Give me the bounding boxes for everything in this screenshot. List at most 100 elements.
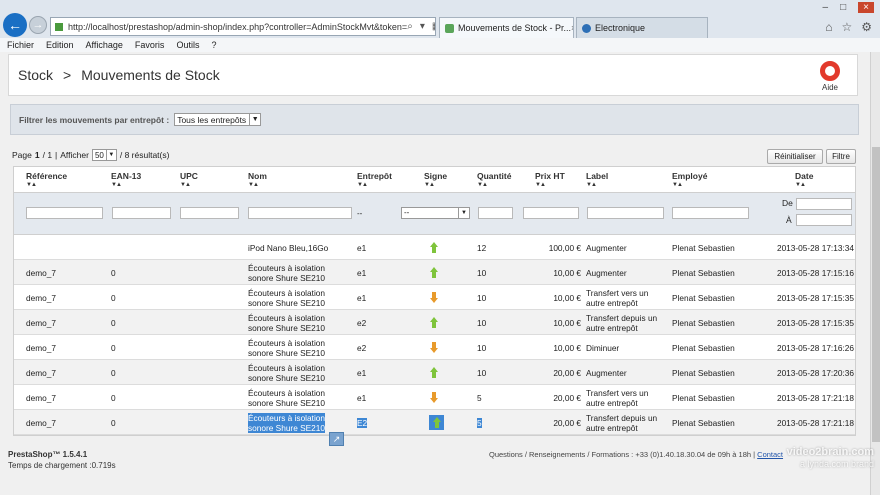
- filter-date-from-label: De: [782, 198, 793, 208]
- cell-employee-text: Plenat Sebastien: [672, 317, 735, 328]
- sort-arrows-icon[interactable]: ▼▲: [357, 182, 392, 188]
- filter-quantite-input[interactable]: [478, 207, 513, 219]
- cell-warehouse-text: e1: [357, 292, 367, 303]
- close-icon[interactable]: ×: [858, 2, 874, 13]
- help-button[interactable]: Aide: [815, 61, 845, 92]
- per-page-select[interactable]: 50 ▼: [91, 149, 117, 161]
- favorites-star-icon[interactable]: ☆: [841, 20, 852, 34]
- cell-ref-text: demo_7: [26, 392, 56, 403]
- breadcrumb-separator: >: [63, 67, 72, 83]
- table-row[interactable]: demo_7 0 Écouteurs à isolation sonore Shure…: [14, 410, 855, 435]
- filter-employe-input[interactable]: [672, 207, 749, 219]
- cell-upc: [180, 310, 240, 335]
- address-bar[interactable]: http://localhost/prestashop/admin-shop/i…: [50, 17, 436, 36]
- sort-arrows-icon[interactable]: ▼▲: [672, 182, 707, 188]
- sort-arrows-icon[interactable]: ▼▲: [795, 182, 813, 188]
- menu-affichage[interactable]: Affichage: [86, 40, 123, 50]
- cell-date: 2013-05-28 17:15:35: [766, 310, 854, 335]
- forward-button[interactable]: →: [29, 16, 47, 34]
- menu-edition[interactable]: Edition: [46, 40, 74, 50]
- cell-ean-text: 0: [111, 317, 116, 328]
- filter-ean13-input[interactable]: [112, 207, 171, 219]
- filter-reference-input[interactable]: [26, 207, 103, 219]
- cell-ean-text: 0: [111, 417, 116, 428]
- cell-ean: 0: [111, 385, 171, 410]
- cell-sign: [429, 285, 449, 310]
- table-row[interactable]: demo_7 0 Écouteurs à isolation sonore Shure…: [14, 310, 855, 335]
- table-row[interactable]: iPod Nano Bleu,16Go e1 12 100,00 € Augmenter…: [14, 235, 855, 260]
- back-button[interactable]: ←: [3, 13, 27, 37]
- close-tab-icon[interactable]: ×: [571, 23, 573, 33]
- pager-show-label: Afficher: [60, 150, 89, 160]
- table-row[interactable]: demo_7 0 Écouteurs à isolation sonore Shure…: [14, 385, 855, 410]
- table-row[interactable]: demo_7 0 Écouteurs à isolation sonore Shure…: [14, 260, 855, 285]
- tab-mouvements[interactable]: Mouvements de Stock - Pr... ×: [439, 17, 574, 38]
- reset-button[interactable]: Réinitialiser: [767, 149, 823, 164]
- minimize-icon[interactable]: –: [823, 2, 829, 13]
- lifebuoy-icon: [820, 61, 840, 81]
- sort-arrows-icon[interactable]: ▼▲: [248, 182, 267, 188]
- cell-employee-text: Plenat Sebastien: [672, 267, 735, 278]
- table-row[interactable]: demo_7 0 Écouteurs à isolation sonore Shure…: [14, 285, 855, 310]
- cell-ean-text: 0: [111, 392, 116, 403]
- home-icon[interactable]: ⌂: [825, 20, 832, 34]
- menu-outils[interactable]: Outils: [176, 40, 199, 50]
- sort-arrows-icon[interactable]: ▼▲: [424, 182, 447, 188]
- warehouse-select[interactable]: Tous les entrepôts ▼: [174, 113, 262, 126]
- pager-sep: |: [55, 150, 58, 160]
- cell-date-text: 2013-05-28 17:20:36: [776, 367, 854, 378]
- filter-date-to-input[interactable]: [796, 214, 852, 226]
- menu-help[interactable]: ?: [211, 40, 216, 50]
- cell-employee: Plenat Sebastien: [672, 235, 772, 260]
- vertical-scrollbar[interactable]: [870, 52, 880, 495]
- cell-label-text: Transfert vers un autre entrepôt: [586, 387, 649, 408]
- sort-arrows-icon[interactable]: ▼▲: [477, 182, 511, 188]
- search-icon[interactable]: ⌕: [407, 21, 413, 32]
- filter-upc-input[interactable]: [180, 207, 239, 219]
- per-page-value: 50: [94, 150, 104, 160]
- breadcrumb-stock[interactable]: Stock: [18, 67, 53, 83]
- cell-price-text: 10,00 €: [553, 292, 581, 303]
- cell-sign: [429, 360, 449, 385]
- cell-qty-text: 10: [477, 267, 487, 278]
- cell-warehouse: e1: [357, 285, 397, 310]
- cell-warehouse-text: e1: [357, 242, 367, 253]
- menu-fichier[interactable]: Fichier: [7, 40, 34, 50]
- cell-warehouse-text: e1: [357, 267, 367, 278]
- table-row[interactable]: demo_7 0 Écouteurs à isolation sonore Shure…: [14, 335, 855, 360]
- cell-ean: 0: [111, 410, 171, 435]
- cell-warehouse-text: e1: [357, 367, 367, 378]
- sort-arrows-icon[interactable]: ▼▲: [586, 182, 608, 188]
- cell-name-text: Écouteurs à isolation sonore Shure SE210: [248, 362, 326, 383]
- scrollbar-thumb[interactable]: [872, 147, 880, 442]
- filter-prix-input[interactable]: [523, 207, 579, 219]
- dropdown-icon[interactable]: ▾: [420, 21, 425, 32]
- filter-button[interactable]: Filtre: [826, 149, 856, 164]
- sort-arrows-icon[interactable]: ▼▲: [26, 182, 67, 188]
- cell-ref: demo_7: [26, 335, 106, 360]
- footer-contact-link[interactable]: Contact: [757, 450, 783, 459]
- cell-upc: [180, 285, 240, 310]
- sort-arrows-icon[interactable]: ▼▲: [180, 182, 198, 188]
- filter-nom-input[interactable]: [248, 207, 352, 219]
- cell-ean-text: 0: [111, 342, 116, 353]
- filter-label-input[interactable]: [587, 207, 664, 219]
- cell-qty: 5: [477, 385, 517, 410]
- cell-warehouse: e1: [357, 385, 397, 410]
- cell-price: 10,00 €: [519, 310, 581, 335]
- cell-name-text: Écouteurs à isolation sonore Shure SE210: [248, 387, 326, 408]
- cell-label: Diminuer: [586, 335, 670, 360]
- window-controls: – □ ×: [823, 2, 874, 13]
- footer-contact-text: Questions / Renseignements / Formations …: [489, 450, 756, 459]
- filter-signe-select[interactable]: -- ▼: [401, 207, 470, 219]
- sort-arrows-icon[interactable]: ▼▲: [535, 182, 565, 188]
- menu-favoris[interactable]: Favoris: [135, 40, 165, 50]
- sort-arrows-icon[interactable]: ▼▲: [111, 182, 141, 188]
- maximize-icon[interactable]: □: [840, 2, 846, 13]
- col-entrepot: Entrepôt ▼▲: [357, 171, 392, 188]
- compat-view-icon[interactable]: ▦: [432, 21, 435, 32]
- tab-electronique[interactable]: Electronique: [576, 17, 708, 38]
- settings-gear-icon[interactable]: ⚙: [861, 20, 872, 34]
- table-row[interactable]: demo_7 0 Écouteurs à isolation sonore Shure…: [14, 360, 855, 385]
- filter-date-from-input[interactable]: [796, 198, 852, 210]
